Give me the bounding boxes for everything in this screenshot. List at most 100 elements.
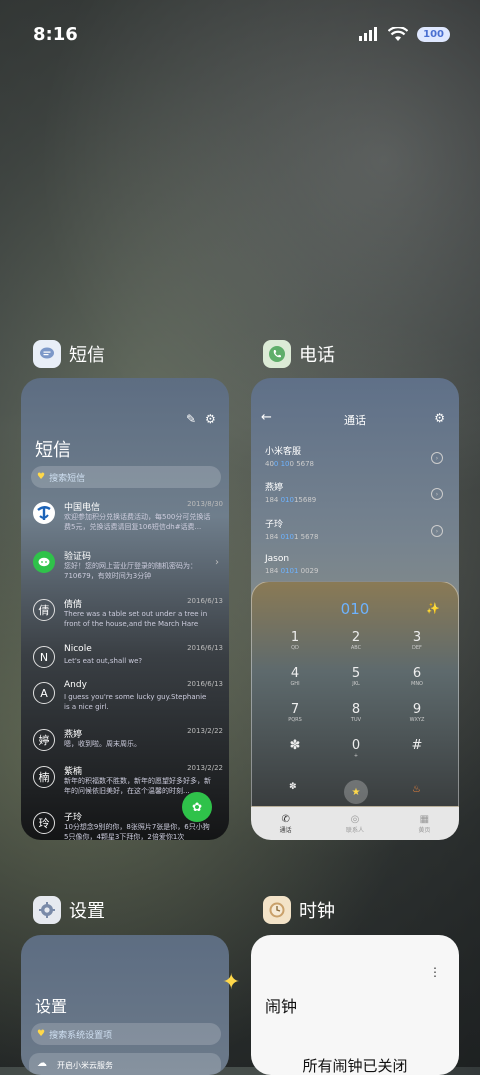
dial-key-2: 2 ABC	[336, 630, 376, 651]
key-letters: QD	[291, 645, 299, 651]
messages-app-icon	[33, 340, 61, 368]
key-letters: WXYZ	[409, 717, 425, 723]
tab-contacts: ◎ 联系人	[320, 807, 389, 840]
conversation-name: Andy	[64, 680, 87, 690]
contact-number: 400 100 5678	[265, 460, 447, 468]
number-match: 0 10	[273, 460, 290, 468]
clock-preview-card[interactable]: ⋮ 闹钟 所有闹钟已关闭	[251, 935, 459, 1075]
conversation-date: 2013/2/22	[187, 764, 223, 772]
app-label-settings: 设置	[69, 901, 105, 922]
list-item: 中国电信 2013/8/30 欢迎参加积分兑换话费活动，每500分可兑换话费5元…	[33, 500, 223, 548]
contact-name: 燕婷	[265, 483, 284, 493]
search-placeholder: 搜索短信	[49, 473, 86, 484]
number-match: 010	[280, 496, 294, 504]
edit-icon: ✎	[186, 412, 197, 426]
number-prefix: 184	[265, 496, 281, 504]
number-match: 0101	[280, 567, 299, 575]
key-letters: MNO	[411, 681, 423, 687]
avatar: 倩	[33, 599, 55, 621]
conversation-date: 2016/6/13	[187, 644, 223, 652]
status-icons: 100	[359, 26, 450, 42]
app-label-clock: 时钟	[299, 901, 335, 922]
list-item: 倩 倩倩 2016/6/13 There was a table set out…	[33, 597, 223, 645]
call-button: ★	[344, 780, 368, 804]
key-digit: 7	[290, 702, 300, 717]
conversation-preview: 10分想念9别的你，8张照片7张是你，6只小狗5只像你，4颗星3下拜你，2倍爱你…	[64, 823, 210, 840]
app-header-settings[interactable]: 设置	[33, 896, 105, 924]
phone-preview-card[interactable]: ← 通话 ⚙ 小米客服 400 100 5678 › 燕婷 184 010156…	[251, 378, 459, 840]
key-letters: JKL	[352, 681, 360, 687]
status-time: 8:16	[33, 23, 78, 45]
page-title: 闹钟	[265, 997, 298, 1016]
settings-preview-card[interactable]: 设置 ♥ 搜索系统设置项 ☁ 开启小米云服务	[21, 935, 229, 1075]
dial-key-8: 8 TUV	[336, 702, 376, 723]
dial-key-hash: #	[397, 738, 437, 753]
search-placeholder: 搜索系统设置项	[49, 1030, 113, 1041]
gear-icon: ⚙	[434, 411, 445, 425]
number-prefix: 40	[265, 460, 274, 468]
app-label-messages: 短信	[69, 345, 105, 366]
gear-icon: ⚙	[205, 412, 216, 426]
key-digit: 1	[290, 630, 300, 645]
avatar: A	[33, 682, 55, 704]
conversation-preview: 您好！您的网上营业厅登录的随机密码为：710679，有效时间为3分钟	[64, 562, 197, 580]
app-header-clock[interactable]: 时钟	[263, 896, 335, 924]
app-label-phone: 电话	[299, 345, 335, 366]
dialpad: 010 ✨ 1 QD 2 ABC 3 DEF 4 GHI 5 JKL 6 MNO 7 PQRS…	[251, 581, 459, 807]
messages-preview-card[interactable]: ✎ ⚙ 短信 ♥ 搜索短信 中国电信 2013/8/30 欢迎参加积分兑换话费活…	[21, 378, 229, 840]
avatar: 楠	[33, 766, 55, 788]
settings-row: ☁ 开启小米云服务	[29, 1053, 221, 1075]
number-suffix: 15689	[293, 496, 317, 504]
settings-app-icon	[33, 896, 61, 924]
contact-number: 184 0101 5678	[265, 533, 447, 541]
app-header-messages[interactable]: 短信	[33, 340, 105, 368]
number-prefix: 184	[265, 567, 281, 575]
dial-key-4: 4 GHI	[275, 666, 315, 687]
heart-icon: ♥	[37, 472, 46, 482]
key-digit: 3	[412, 630, 422, 645]
avatar: 玲	[33, 812, 55, 834]
wifi-icon	[388, 26, 409, 41]
contact-name: 子玲	[265, 520, 284, 530]
conversation-preview: 嗯，收到啦。周末周乐。	[64, 740, 141, 748]
contact-name: Jason	[265, 554, 290, 564]
key-letters: GHI	[290, 681, 300, 687]
key-digit: 5	[351, 666, 361, 681]
status-bar: 8:16 100	[33, 20, 450, 48]
key-letters: +	[353, 753, 359, 759]
more-vertical-icon: ⋮	[429, 965, 441, 979]
key-letters: ABC	[350, 645, 362, 651]
list-item: A Andy 2016/6/13 I guess you're some luc…	[33, 680, 223, 728]
app-header-phone[interactable]: 电话	[263, 340, 335, 368]
chat-bubble-icon	[33, 551, 55, 573]
yellow-pages-icon: ▦	[419, 813, 430, 825]
key-letters: TUV	[350, 717, 362, 723]
conversation-date: 2013/8/30	[187, 500, 223, 508]
star-badge-icon: ★	[351, 786, 361, 798]
chevron-right-icon: ›	[215, 557, 219, 568]
search-input: ♥ 搜索系统设置项	[31, 1023, 221, 1045]
page-title: 设置	[35, 997, 68, 1016]
sparkle-icon: ✨	[426, 602, 440, 615]
key-letters: PQRS	[288, 717, 302, 723]
signal-icon	[359, 27, 378, 41]
number-match: 010	[280, 533, 294, 541]
compose-button: ✿	[182, 792, 212, 822]
contact-row: 燕婷 184 01015689 ›	[265, 480, 447, 514]
key-digit: #	[411, 738, 423, 753]
conversation-date: 2016/6/13	[187, 597, 223, 605]
contact-number: 184 01015689	[265, 496, 447, 504]
dial-key-1: 1 QD	[275, 630, 315, 651]
tab-label: 通话	[279, 826, 292, 834]
contact-name: 小米客服	[265, 447, 302, 457]
phone-icon: ✆	[281, 813, 290, 825]
dial-key-0: 0 +	[336, 738, 376, 759]
heart-icon: ♥	[37, 1029, 46, 1039]
key-letters: DEF	[412, 645, 422, 651]
contact-row: 小米客服 400 100 5678 ›	[265, 444, 447, 478]
conversation-preview: I guess you're some lucky guy.Stephanie …	[64, 693, 207, 711]
conversation-preview: 欢迎参加积分兑换话费活动，每500分可兑换话费5元，兑换话费请回复106短信dh…	[64, 513, 211, 531]
page-title: 短信	[35, 440, 71, 461]
conversation-name: Nicole	[64, 644, 92, 654]
dial-key-6: 6 MNO	[397, 666, 437, 687]
